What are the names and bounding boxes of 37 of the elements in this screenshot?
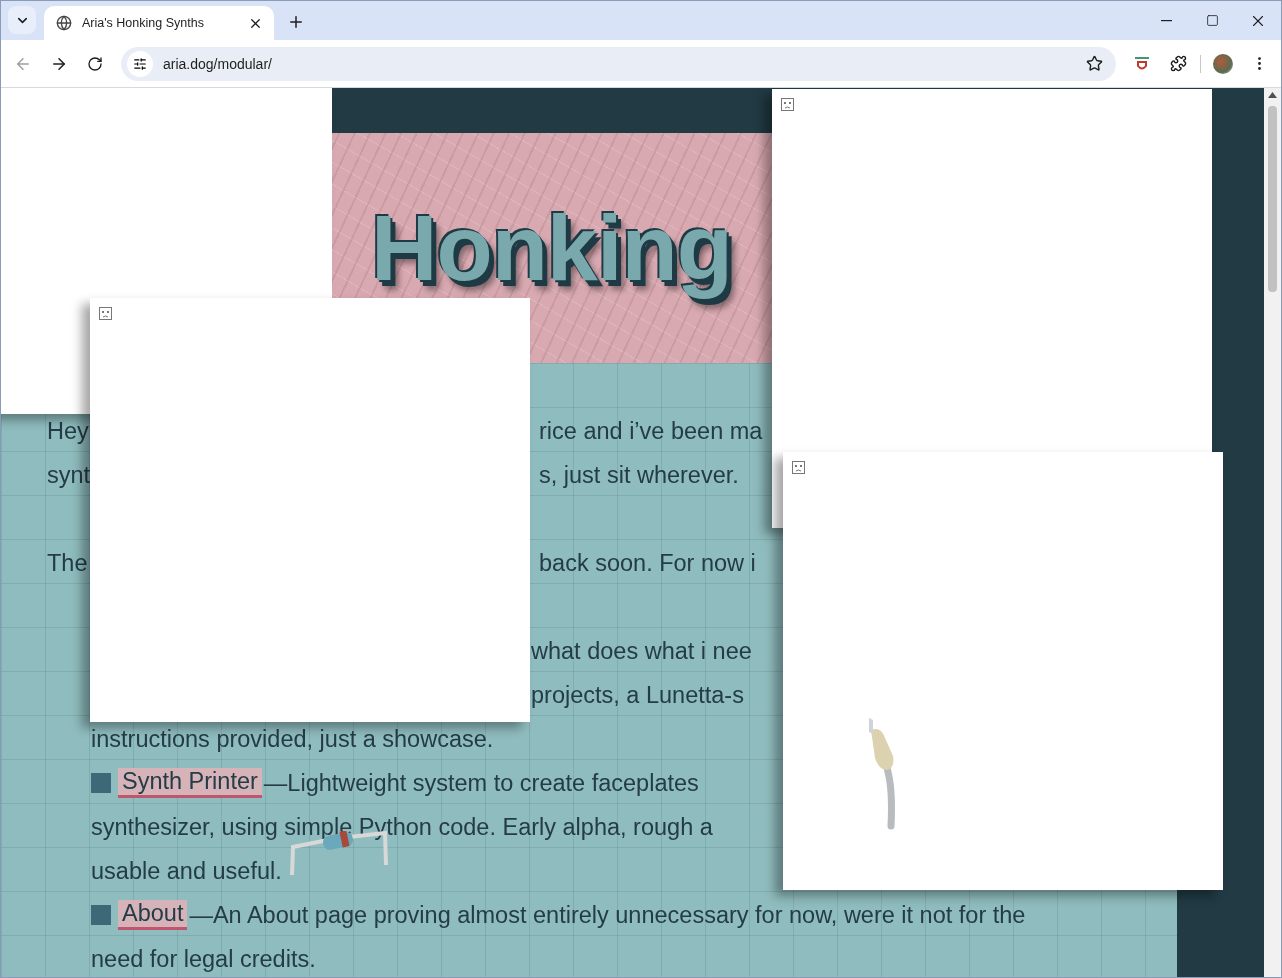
page-link[interactable]: About bbox=[118, 900, 188, 930]
maximize-icon bbox=[1205, 14, 1219, 27]
plus-icon bbox=[287, 13, 305, 31]
list-text: —Lightweight system to create faceplates bbox=[263, 769, 699, 797]
tab-title: Aria's Honking Synths bbox=[82, 16, 205, 30]
scrollbar[interactable] bbox=[1264, 88, 1281, 977]
bullet-icon bbox=[91, 905, 111, 925]
site-title: Honking bbox=[371, 195, 732, 301]
paragraph-text: back soon. For now i bbox=[538, 549, 756, 577]
bullet-icon bbox=[91, 773, 111, 793]
paragraph-text: Hey bbox=[47, 417, 89, 445]
list-text: instructions provided, just a showcase. bbox=[91, 725, 494, 753]
broken-image-icon bbox=[792, 461, 805, 474]
site-settings-button[interactable] bbox=[127, 50, 153, 77]
address-bar[interactable]: aria.dog/modular/ bbox=[121, 46, 1116, 81]
paragraph-text: The bbox=[47, 549, 88, 577]
scroll-up-arrow-icon[interactable] bbox=[1268, 92, 1277, 98]
broken-image-icon bbox=[781, 98, 794, 111]
list-text: usable and useful. bbox=[91, 857, 282, 885]
scrollbar-thumb[interactable] bbox=[1268, 106, 1277, 292]
sliders-icon bbox=[133, 56, 147, 71]
paragraph-text: rice and i’ve been ma bbox=[538, 417, 763, 445]
url-text: aria.dog/modular/ bbox=[163, 55, 273, 72]
page-link[interactable]: Synth Printer bbox=[118, 768, 262, 798]
broken-image-icon bbox=[99, 307, 112, 320]
reload-icon bbox=[87, 55, 103, 72]
browser-tab[interactable]: Aria's Honking Synths bbox=[44, 6, 274, 40]
globe-icon bbox=[56, 15, 72, 31]
paragraph-text: s, just sit wherever. bbox=[538, 461, 739, 489]
list-text: what does what i nee bbox=[531, 637, 752, 665]
paragraph-text: synt bbox=[47, 461, 91, 489]
list-text: —An About page proving almost entirely unnecessary for now, were it not for the bbox=[189, 901, 1026, 929]
list-text: need for legal credits. bbox=[91, 945, 316, 973]
tab-list-button[interactable] bbox=[8, 6, 36, 34]
list-text: projects, a Lunetta-s bbox=[531, 681, 744, 709]
minimize-icon bbox=[1160, 19, 1172, 22]
list-text: synthesizer, using simple Python code. Early alpha, rough a bbox=[91, 813, 713, 841]
